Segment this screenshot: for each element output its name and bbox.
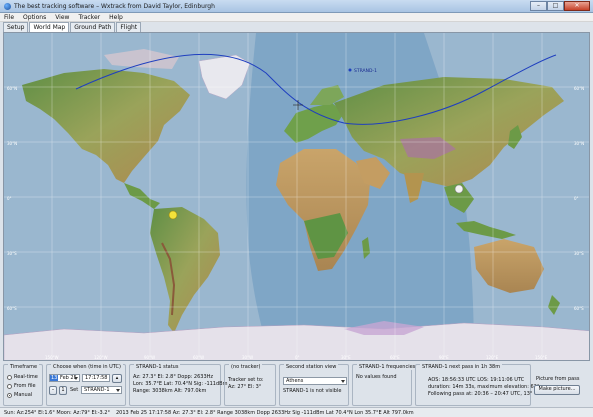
sun-marker [168, 210, 178, 220]
timeframe-label: Timeframe [8, 364, 40, 370]
status-line-2: Lon: 35.7°E Lat: 70.4°N Sig: -111dBm [133, 381, 228, 387]
satellite-select-value: STRAND-1 [84, 387, 110, 393]
date-picker[interactable]: 13 Feb 25 [49, 374, 80, 382]
second-station-group: Second station view Athens STRAND-1 is n… [279, 364, 349, 406]
world-map-canvas: 60°N 30°N 0° 30°S 60°S 60°N 30°N 0° 30°S… [4, 33, 589, 360]
time-field[interactable]: 17:17:58 [82, 374, 110, 382]
tab-strip: Setup World Map Ground Path Flight [0, 22, 593, 32]
realtime-radio[interactable] [7, 375, 12, 380]
strand-status-label: STRAND-1 status [134, 364, 181, 370]
lon-label-30e: 30°E [341, 355, 351, 360]
lat-label-60n: 60°N [7, 86, 17, 91]
time-spin-button[interactable]: ▴ [112, 374, 122, 383]
tab-world-map[interactable]: World Map [29, 22, 70, 32]
tracker-line-1: Tracker set to: [228, 377, 264, 383]
lat-label-60s-right: 60°S [574, 306, 584, 311]
manual-radio[interactable] [7, 393, 12, 398]
next-pass-line-3: Following pass at: 20:36 – 20:47 UTC, 13… [428, 391, 533, 397]
lat-label-60s: 60°S [7, 306, 17, 311]
lat-label-30n-right: 30°N [574, 141, 584, 146]
choose-when-group: Choose when (time in UTC) 13 Feb 25 17:1… [46, 364, 126, 406]
lat-label-60n-right: 60°N [574, 86, 584, 91]
lon-label-120e: 120°E [486, 355, 499, 360]
minimize-button[interactable]: – [530, 1, 547, 11]
step-minus-button[interactable]: – [49, 386, 57, 395]
maximize-button[interactable]: □ [547, 1, 564, 11]
lat-label-30n: 30°N [7, 141, 17, 146]
satellite-select[interactable]: STRAND-1 [81, 386, 122, 394]
status-bar: Sun: Az:254° El:1.6° Moon: Az:79° El:-3.… [0, 407, 593, 417]
second-station-status: STRAND-1 is not visible [283, 388, 342, 394]
next-pass-line-1: AOS: 18:56:33 UTC LOS: 19:11:06 UTC [428, 377, 525, 383]
frequencies-group: STRAND-1 frequencies No values found [352, 364, 418, 406]
chevron-down-icon [116, 389, 120, 392]
menu-bar: File Options View Tracker Help [0, 13, 593, 22]
realtime-label: Real-time [14, 374, 38, 380]
lon-label-60e: 60°E [390, 355, 400, 360]
tracker-label: (no tracker) [229, 364, 263, 370]
lat-label-30s-right: 30°S [574, 251, 584, 256]
tracker-group: (no tracker) Tracker set to: Az: 27° El:… [224, 364, 276, 406]
next-pass-line-2: duration: 14m 33s, maximum elevation: 62… [428, 384, 540, 390]
picture-label: Picture from pass [536, 376, 580, 382]
date-day: 13 [50, 375, 59, 381]
fromfile-label: From file [14, 383, 36, 389]
choose-when-label: Choose when (time in UTC) [51, 364, 123, 370]
app-icon [4, 3, 11, 10]
title-bar: The best tracking software – Wxtrack fro… [0, 0, 593, 13]
menu-view[interactable]: View [55, 13, 69, 21]
world-map[interactable]: 60°N 30°N 0° 30°S 60°S 60°N 30°N 0° 30°S… [3, 32, 590, 361]
menu-options[interactable]: Options [23, 13, 46, 21]
close-button[interactable]: ✕ [564, 1, 590, 11]
lon-label-90w: 90°W [144, 355, 155, 360]
lat-label-0-right: 0° [574, 196, 579, 201]
lon-label-90e: 90°E [439, 355, 449, 360]
status-info: 2013 Feb 25 17:17:58 Az: 27.3° El: 2.8° … [116, 410, 414, 416]
lon-label-150e: 150°E [535, 355, 548, 360]
lat-label-0: 0° [7, 196, 12, 201]
tab-setup[interactable]: Setup [3, 22, 29, 32]
control-panel: Timeframe Real-time From file Manual Cho… [0, 362, 593, 407]
make-picture-button[interactable]: Make picture... [534, 385, 580, 395]
lon-label-0: 0° [295, 355, 300, 360]
station-select[interactable]: Athens [283, 377, 347, 385]
menu-help[interactable]: Help [109, 13, 123, 21]
second-station-label: Second station view [284, 364, 339, 370]
step-plus-button[interactable]: 1 [59, 386, 67, 395]
frequencies-status: No values found [356, 374, 397, 380]
manual-label: Manual [14, 392, 33, 398]
next-pass-group: STRAND-1 next pass in 1h 38m AOS: 18:56:… [415, 364, 539, 406]
status-line-1: Az: 27.3° El: 2.8° Dopp: 2633Hz [133, 374, 214, 380]
tracker-line-2: Az: 27° El: 3° [228, 384, 262, 390]
lon-label-30w: 30°W [242, 355, 253, 360]
tab-ground-path[interactable]: Ground Path [70, 22, 116, 32]
menu-file[interactable]: File [4, 13, 14, 21]
status-line-3: Range: 3038km Alt: 797.0km [133, 388, 207, 394]
fromfile-radio[interactable] [7, 384, 12, 389]
menu-tracker[interactable]: Tracker [78, 13, 100, 21]
chevron-down-icon [74, 377, 78, 380]
satellite-label: STRAND-1 [354, 68, 377, 74]
strand-status-group: STRAND-1 status Az: 27.3° El: 2.8° Dopp:… [129, 364, 227, 406]
frequencies-label: STRAND-1 frequencies [357, 364, 418, 370]
next-pass-label: STRAND-1 next pass in 1h 38m [420, 364, 503, 370]
chevron-down-icon [341, 380, 345, 383]
tab-flight[interactable]: Flight [116, 22, 142, 32]
window-title: The best tracking software – Wxtrack fro… [14, 3, 215, 10]
set-label: Set [70, 387, 79, 393]
lon-label-150w: 150°W [45, 355, 59, 360]
window-controls: – □ ✕ [530, 1, 590, 11]
status-sun-moon: Sun: Az:254° El:1.6° Moon: Az:79° El:-3.… [4, 410, 110, 416]
lon-label-120w: 120°W [94, 355, 108, 360]
moon-marker [454, 184, 464, 194]
station-select-value: Athens [286, 378, 304, 384]
lat-label-30s: 30°S [7, 251, 17, 256]
timeframe-group: Timeframe Real-time From file Manual [3, 364, 43, 406]
lon-label-60w: 60°W [193, 355, 204, 360]
